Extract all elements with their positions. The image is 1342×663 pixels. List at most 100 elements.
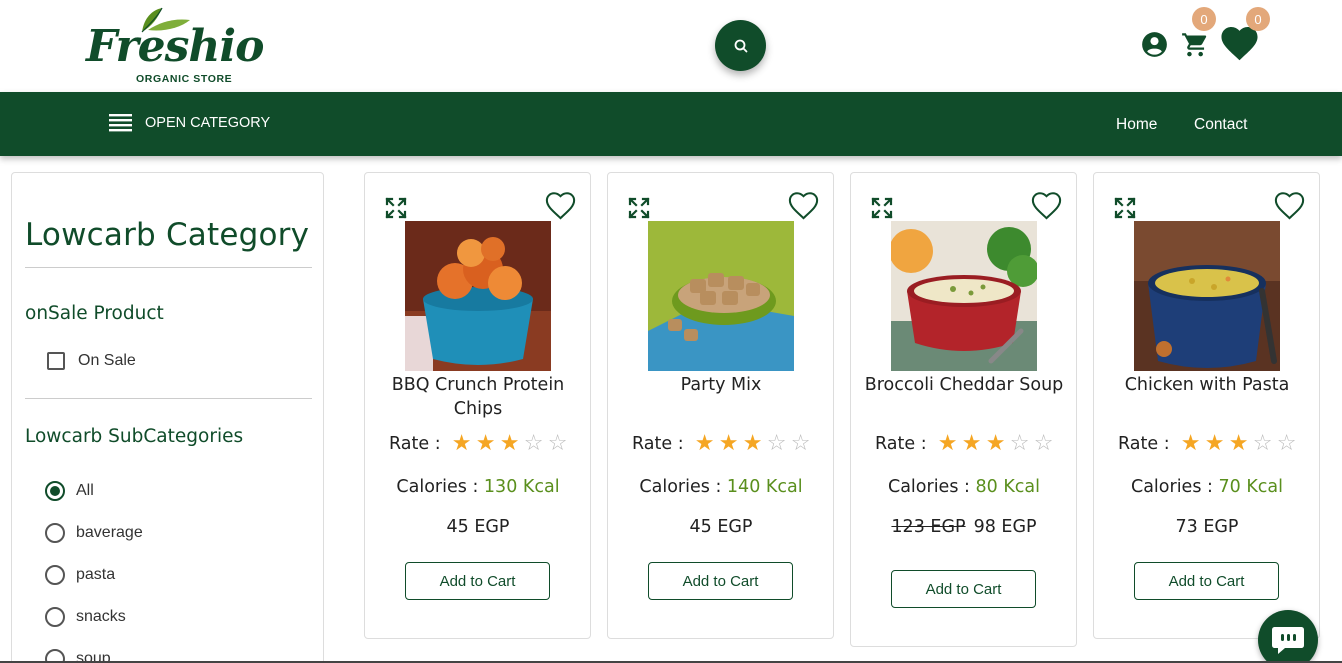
party-mix-bowl-image	[648, 221, 794, 371]
bbq-chips-bowl-image	[405, 221, 551, 371]
product-price: 123 EGP 98 EGP	[851, 517, 1077, 537]
star-icon: ☆	[547, 431, 568, 456]
open-category-label: OPEN CATEGORY	[145, 115, 271, 131]
onsale-label: On Sale	[78, 352, 136, 369]
subcategory-label: snacks	[76, 608, 126, 625]
radio-button[interactable]	[45, 607, 65, 627]
product-calories: Calories : 140 Kcal	[608, 477, 834, 497]
calories-value: 130 Kcal	[483, 477, 560, 497]
calories-label: Calories :	[639, 477, 722, 497]
star-icon: ★	[499, 431, 520, 456]
expand-icon[interactable]	[871, 197, 893, 219]
subcategory-option-snacks[interactable]: snacks	[45, 607, 126, 627]
account-button[interactable]	[1141, 31, 1168, 63]
current-price: 98 EGP	[973, 517, 1037, 537]
current-price: 45 EGP	[446, 517, 510, 537]
cart-count-badge: 0	[1192, 7, 1216, 31]
menu-icon	[109, 114, 132, 132]
expand-icon[interactable]	[385, 197, 407, 219]
chat-icon	[1272, 627, 1304, 654]
star-icon: ★	[1204, 431, 1225, 456]
expand-icon[interactable]	[628, 197, 650, 219]
star-icon: ☆	[766, 431, 787, 456]
product-price: 73 EGP	[1094, 517, 1320, 537]
star-icon: ★	[718, 431, 739, 456]
subcategory-option-baverage[interactable]: baverage	[45, 523, 143, 543]
subcategory-option-pasta[interactable]: pasta	[45, 565, 115, 585]
product-image[interactable]	[891, 221, 1037, 371]
product-rating: Rate : ★ ★ ★ ☆ ☆	[1118, 433, 1299, 455]
cart-button[interactable]	[1181, 31, 1208, 63]
chat-button[interactable]	[1258, 610, 1318, 663]
star-icon: ☆	[1009, 431, 1030, 456]
calories-value: 140 Kcal	[726, 477, 803, 497]
product-image[interactable]	[648, 221, 794, 371]
star-icon: ★	[694, 431, 715, 456]
heart-outline-icon[interactable]	[1031, 192, 1062, 220]
wishlist-count-badge: 0	[1246, 7, 1270, 31]
subcategory-option-all[interactable]: All	[45, 481, 94, 501]
star-icon: ★	[1180, 431, 1201, 456]
broccoli-soup-bowl-image	[891, 221, 1037, 371]
onsale-heading: onSale Product	[25, 303, 164, 324]
star-icon: ★	[475, 431, 496, 456]
product-calories: Calories : 80 Kcal	[851, 477, 1077, 497]
brand-logo[interactable]: Freshio ORGANIC STORE	[86, 4, 264, 86]
star-icon: ☆	[1252, 431, 1273, 456]
current-price: 73 EGP	[1175, 517, 1239, 537]
subcategory-label: All	[76, 482, 94, 499]
product-price: 45 EGP	[608, 517, 834, 537]
expand-icon[interactable]	[1114, 197, 1136, 219]
cart-icon	[1182, 33, 1207, 57]
product-rating: Rate : ★ ★ ★ ☆ ☆	[632, 433, 813, 455]
brand-tagline: ORGANIC STORE	[136, 73, 233, 85]
category-sidebar: Lowcarb Category onSale Product On Sale …	[11, 172, 324, 663]
calories-value: 70 Kcal	[1218, 477, 1283, 497]
heart-icon	[1221, 27, 1258, 61]
subcategory-label: baverage	[76, 524, 143, 541]
rate-label: Rate :	[1118, 434, 1170, 454]
product-image[interactable]	[405, 221, 551, 371]
nav-link-home[interactable]: Home	[1116, 116, 1157, 134]
radio-button[interactable]	[45, 523, 65, 543]
add-to-cart-button[interactable]: Add to Cart	[648, 562, 793, 600]
open-category-button[interactable]: OPEN CATEGORY	[109, 114, 270, 132]
star-icon: ☆	[790, 431, 811, 456]
onsale-checkbox[interactable]	[47, 352, 65, 370]
subcategory-label: pasta	[76, 566, 116, 583]
star-icon: ★	[961, 431, 982, 456]
product-calories: Calories : 70 Kcal	[1094, 477, 1320, 497]
heart-outline-icon[interactable]	[1274, 192, 1305, 220]
nav-link-contact[interactable]: Contact	[1194, 116, 1247, 134]
old-price: 123 EGP	[891, 517, 966, 537]
chicken-pasta-soup-bowl-image	[1134, 221, 1280, 371]
radio-button[interactable]	[45, 481, 65, 501]
main-navbar: OPEN CATEGORY Home Contact	[0, 92, 1342, 156]
search-button[interactable]	[715, 20, 766, 71]
heart-outline-icon[interactable]	[788, 192, 819, 220]
star-icon: ★	[451, 431, 472, 456]
star-icon: ★	[985, 431, 1006, 456]
star-icon: ☆	[523, 431, 544, 456]
star-icon: ☆	[1033, 431, 1054, 456]
onsale-filter[interactable]: On Sale	[47, 352, 136, 370]
product-name[interactable]: BBQ Crunch Protein Chips	[375, 373, 581, 421]
add-to-cart-button[interactable]: Add to Cart	[405, 562, 550, 600]
star-icon: ★	[937, 431, 958, 456]
add-to-cart-button[interactable]: Add to Cart	[1134, 562, 1279, 600]
product-name[interactable]: Party Mix	[618, 373, 824, 397]
heart-outline-icon[interactable]	[545, 192, 576, 220]
top-header: Freshio ORGANIC STORE 0 0	[0, 0, 1342, 92]
rate-label: Rate :	[389, 434, 441, 454]
wishlist-button[interactable]	[1221, 27, 1258, 66]
calories-label: Calories :	[396, 477, 479, 497]
product-name[interactable]: Chicken with Pasta	[1104, 373, 1310, 397]
star-icon: ★	[742, 431, 763, 456]
product-image[interactable]	[1134, 221, 1280, 371]
calories-label: Calories :	[887, 477, 970, 497]
add-to-cart-button[interactable]: Add to Cart	[891, 570, 1036, 608]
product-card: Chicken with Pasta Rate : ★ ★ ★ ☆ ☆ Calo…	[1093, 172, 1320, 639]
category-title: Lowcarb Category	[25, 217, 310, 253]
radio-button[interactable]	[45, 565, 65, 585]
product-name[interactable]: Broccoli Cheddar Soup	[861, 373, 1067, 397]
